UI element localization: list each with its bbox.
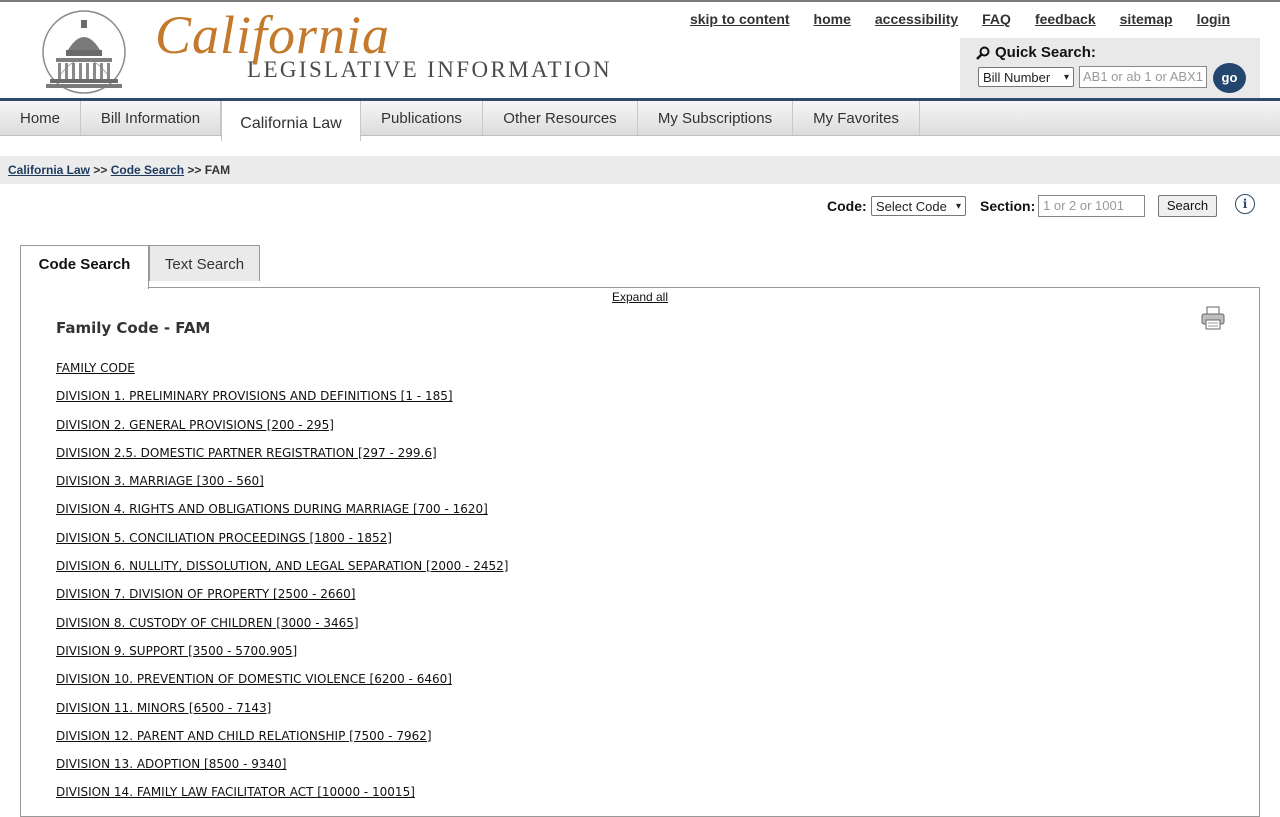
nav-my-favorites[interactable]: My Favorites bbox=[793, 101, 920, 135]
breadcrumb-current: FAM bbox=[204, 163, 231, 177]
main-nav: Home Bill Information California Law Pub… bbox=[0, 98, 1280, 141]
search-button[interactable]: Search bbox=[1158, 195, 1217, 217]
division-link[interactable]: DIVISION 9. SUPPORT [3500 - 5700.905] bbox=[56, 637, 508, 665]
tab-text-search[interactable]: Text Search bbox=[149, 245, 260, 281]
utility-links: skip to content home accessibility FAQ f… bbox=[690, 11, 1230, 27]
nav-other-resources[interactable]: Other Resources bbox=[483, 101, 638, 135]
quick-search-input[interactable]: AB1 or ab 1 or ABX1 1 bbox=[1079, 66, 1207, 88]
site-header: California LEGISLATIVE INFORMATION skip … bbox=[0, 2, 1280, 98]
nav-home[interactable]: Home bbox=[0, 101, 81, 135]
breadcrumb-california-law[interactable]: California Law bbox=[8, 163, 90, 177]
breadcrumb-separator: >> bbox=[93, 163, 108, 177]
breadcrumb: California Law >> Code Search >> FAM bbox=[0, 156, 1280, 184]
nav-california-law[interactable]: California Law bbox=[221, 101, 361, 141]
division-list: FAMILY CODE DIVISION 1. PRELIMINARY PROV… bbox=[56, 354, 508, 807]
go-button[interactable]: go bbox=[1213, 63, 1246, 93]
division-link[interactable]: DIVISION 6. NULLITY, DISSOLUTION, AND LE… bbox=[56, 552, 508, 580]
division-link[interactable]: FAMILY CODE bbox=[56, 354, 508, 382]
division-link[interactable]: DIVISION 14. FAMILY LAW FACILITATOR ACT … bbox=[56, 778, 508, 806]
breadcrumb-code-search[interactable]: Code Search bbox=[111, 163, 184, 177]
code-content-panel: Expand all Family Code - FAM FAMILY CODE… bbox=[20, 287, 1260, 817]
code-label: Code: bbox=[827, 198, 867, 214]
nav-bill-information[interactable]: Bill Information bbox=[81, 101, 221, 135]
feedback-link[interactable]: feedback bbox=[1035, 11, 1096, 27]
division-link[interactable]: DIVISION 11. MINORS [6500 - 7143] bbox=[56, 694, 508, 722]
nav-my-subscriptions[interactable]: My Subscriptions bbox=[638, 101, 793, 135]
printer-icon[interactable] bbox=[1201, 306, 1225, 330]
login-link[interactable]: login bbox=[1197, 11, 1230, 27]
quick-search-label: Quick Search: bbox=[995, 44, 1096, 61]
quick-search-title: Quick Search: bbox=[976, 44, 1096, 61]
division-link[interactable]: DIVISION 1. PRELIMINARY PROVISIONS AND D… bbox=[56, 382, 508, 410]
capitol-seal-icon bbox=[42, 10, 126, 94]
division-link[interactable]: DIVISION 8. CUSTODY OF CHILDREN [3000 - … bbox=[56, 609, 508, 637]
division-link[interactable]: DIVISION 10. PREVENTION OF DOMESTIC VIOL… bbox=[56, 665, 508, 693]
division-link[interactable]: DIVISION 2.5. DOMESTIC PARTNER REGISTRAT… bbox=[56, 439, 508, 467]
code-section-search-bar: Code: Select Code ▾ Section: 1 or 2 or 1… bbox=[0, 194, 1280, 218]
division-link[interactable]: DIVISION 5. CONCILIATION PROCEEDINGS [18… bbox=[56, 524, 508, 552]
tab-code-search[interactable]: Code Search bbox=[20, 245, 149, 289]
page-title: Family Code - FAM bbox=[56, 319, 211, 337]
code-select-value: Select Code bbox=[876, 198, 947, 214]
division-link[interactable]: DIVISION 12. PARENT AND CHILD RELATIONSH… bbox=[56, 722, 508, 750]
division-link[interactable]: DIVISION 3. MARRIAGE [300 - 560] bbox=[56, 467, 508, 495]
info-icon[interactable]: i bbox=[1235, 194, 1255, 214]
expand-all-link[interactable]: Expand all bbox=[21, 290, 1259, 304]
section-input[interactable]: 1 or 2 or 1001 bbox=[1038, 195, 1145, 217]
division-link[interactable]: DIVISION 13. ADOPTION [8500 - 9340] bbox=[56, 750, 508, 778]
quick-search-type-value: Bill Number bbox=[983, 69, 1051, 85]
chevron-down-icon: ▾ bbox=[955, 200, 961, 212]
code-select[interactable]: Select Code ▾ bbox=[871, 196, 966, 216]
logo-subtitle: LEGISLATIVE INFORMATION bbox=[247, 57, 613, 82]
quick-search-type-select[interactable]: Bill Number ▾ bbox=[978, 67, 1074, 87]
nav-publications[interactable]: Publications bbox=[361, 101, 483, 135]
home-link[interactable]: home bbox=[814, 11, 851, 27]
skip-to-content-link[interactable]: skip to content bbox=[690, 11, 790, 27]
accessibility-link[interactable]: accessibility bbox=[875, 11, 958, 27]
section-label: Section: bbox=[980, 198, 1036, 214]
breadcrumb-separator: >> bbox=[187, 163, 202, 177]
division-link[interactable]: DIVISION 4. RIGHTS AND OBLIGATIONS DURIN… bbox=[56, 495, 508, 523]
chevron-down-icon: ▾ bbox=[1063, 71, 1069, 83]
faq-link[interactable]: FAQ bbox=[982, 11, 1011, 27]
sitemap-link[interactable]: sitemap bbox=[1120, 11, 1173, 27]
quick-search-panel: Quick Search: Bill Number ▾ AB1 or ab 1 … bbox=[960, 38, 1260, 98]
division-link[interactable]: DIVISION 7. DIVISION OF PROPERTY [2500 -… bbox=[56, 580, 508, 608]
division-link[interactable]: DIVISION 2. GENERAL PROVISIONS [200 - 29… bbox=[56, 411, 508, 439]
magnifier-icon bbox=[976, 46, 990, 60]
